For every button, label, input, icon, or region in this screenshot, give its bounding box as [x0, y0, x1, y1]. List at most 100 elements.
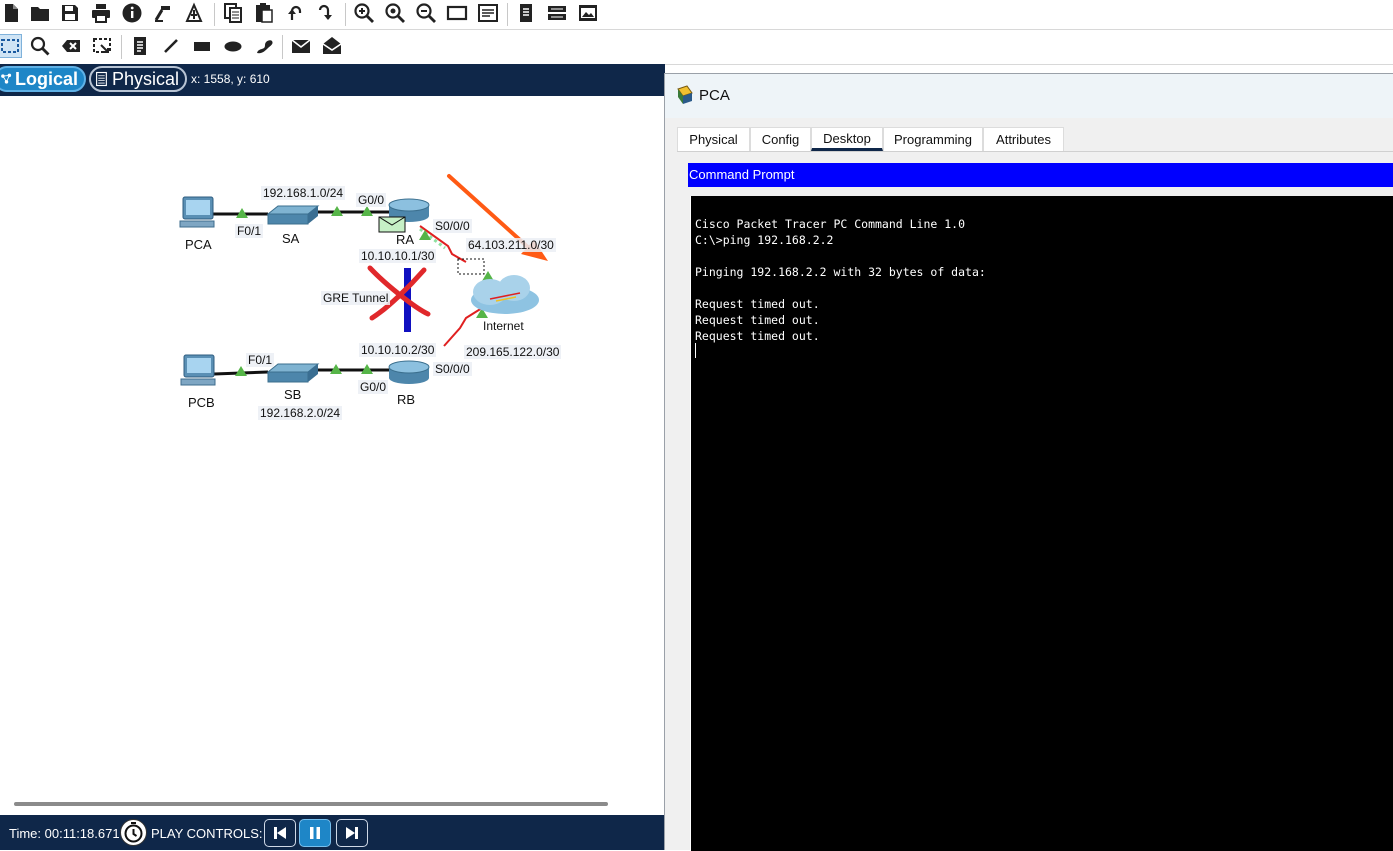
command-prompt-header: Command Prompt: [688, 163, 1393, 187]
horizontal-scrollbar[interactable]: [14, 802, 608, 806]
physical-mode-label: Physical: [111, 68, 179, 89]
ra-g0-label: G0/0: [356, 193, 387, 207]
pcb-port-label: F0/1: [246, 353, 275, 367]
cursor-coordinates: x: 1558, y: 610: [191, 72, 270, 86]
pca-window-title: PCA: [699, 87, 730, 104]
pause-button[interactable]: [299, 819, 331, 847]
topology-canvas: [179, 174, 548, 386]
cmd-line: C:\>ping 192.168.2.2: [695, 233, 834, 247]
rb-router-icon[interactable]: [388, 360, 430, 384]
step-back-button[interactable]: [264, 819, 296, 847]
undo-icon[interactable]: [283, 1, 307, 25]
text-cursor: [695, 343, 696, 358]
cmd-line: Cisco Packet Tracer PC Command Line 1.0: [695, 217, 966, 231]
tab-attributes[interactable]: Attributes: [983, 127, 1064, 151]
resize-icon[interactable]: [90, 34, 114, 58]
rb-label: RB: [397, 392, 416, 407]
pdu-envelope-icon[interactable]: [378, 216, 406, 233]
drawing-toolbar: [0, 30, 1393, 65]
freeform-icon[interactable]: [252, 34, 276, 58]
network-b-label: 192.168.2.0/24: [258, 406, 343, 420]
pdu-ghost-icon: [457, 258, 485, 275]
physical-mode-button[interactable]: Physical: [89, 66, 187, 92]
device-dialog-icon[interactable]: [545, 1, 569, 25]
zoom-reset-icon[interactable]: [383, 1, 407, 25]
zoom-in-icon[interactable]: [352, 1, 376, 25]
rb-serial-label: S0/0/0: [433, 362, 472, 376]
ra-label: RA: [396, 232, 415, 247]
delete-icon[interactable]: [59, 34, 83, 58]
add-pdu-icon[interactable]: [289, 34, 313, 58]
gre-tunnel-label: GRE Tunnel: [321, 291, 391, 305]
rectangle-icon[interactable]: [190, 34, 214, 58]
new-file-icon[interactable]: [0, 1, 23, 25]
ra-serial-label: S0/0/0: [433, 219, 472, 233]
inspect-icon[interactable]: [28, 34, 52, 58]
rb-g0-label: G0/0: [358, 380, 389, 394]
wan-b-network: 209.165.122.0/30: [464, 345, 562, 359]
wan-a-network: 64.103.211.0/30: [466, 238, 556, 252]
step-forward-icon: [346, 827, 358, 839]
zoom-out-icon[interactable]: [414, 1, 438, 25]
drawing-palette-icon[interactable]: [445, 1, 469, 25]
sb-switch-icon[interactable]: [266, 363, 320, 383]
cmd-line: Request timed out.: [695, 313, 820, 327]
tunnel-b-address: 10.10.10.2/30: [359, 343, 437, 357]
pca-port-label: F0/1: [235, 224, 264, 238]
internet-cloud-icon[interactable]: [471, 275, 539, 314]
add-complex-pdu-icon[interactable]: [320, 34, 344, 58]
timer-icon: [124, 822, 143, 843]
screenshot-icon[interactable]: [576, 1, 600, 25]
pcb-device-icon[interactable]: [180, 354, 216, 386]
cmd-line: Request timed out.: [695, 329, 820, 343]
sa-switch-icon[interactable]: [266, 205, 320, 225]
logical-mode-button[interactable]: Logical: [0, 66, 86, 92]
line-icon[interactable]: [159, 34, 183, 58]
save-icon[interactable]: [58, 1, 82, 25]
tab-physical[interactable]: Physical: [677, 127, 750, 151]
pca-device-window[interactable]: PCA Physical Config Desktop Programming …: [664, 73, 1393, 851]
reset-timer-button[interactable]: [120, 819, 147, 846]
copy-icon[interactable]: [221, 1, 245, 25]
packet-tracer-app-icon: [677, 85, 693, 104]
redo-icon[interactable]: [313, 1, 337, 25]
note-icon[interactable]: [128, 34, 152, 58]
open-folder-icon[interactable]: [28, 1, 52, 25]
tunnel-a-address: 10.10.10.1/30: [359, 249, 437, 263]
network-info-icon[interactable]: [182, 1, 206, 25]
cmd-line: Request timed out.: [695, 297, 820, 311]
select-icon[interactable]: [0, 34, 22, 58]
logical-workspace[interactable]: PCA PCB SA SB RA RB Internet 192.168.1.0…: [0, 96, 665, 814]
sb-label: SB: [284, 387, 302, 402]
command-prompt-terminal[interactable]: Cisco Packet Tracer PC Command Line 1.0 …: [690, 196, 1393, 851]
paste-icon[interactable]: [252, 1, 276, 25]
cmd-line: Pinging 192.168.2.2 with 32 bytes of dat…: [695, 265, 986, 279]
simulation-time: Time: 00:11:18.671: [9, 826, 120, 841]
workspace-mode-bar: Logical Physical x: 1558, y: 610: [0, 64, 665, 96]
pca-device-icon[interactable]: [179, 196, 215, 228]
pca-window-titlebar[interactable]: PCA: [665, 74, 1393, 118]
logical-mode-label: Logical: [14, 68, 78, 89]
step-forward-button[interactable]: [336, 819, 368, 847]
play-controls-label: PLAY CONTROLS:: [151, 826, 263, 841]
custom-device-icon[interactable]: [476, 1, 500, 25]
sa-label: SA: [282, 231, 300, 246]
internet-label: Internet: [483, 319, 524, 333]
physical-rack-icon: [96, 71, 107, 87]
tab-programming[interactable]: Programming: [883, 127, 983, 151]
info-icon[interactable]: [120, 1, 144, 25]
pca-label: PCA: [185, 237, 212, 252]
step-back-icon: [274, 827, 286, 839]
print-icon[interactable]: [89, 1, 113, 25]
ellipse-icon[interactable]: [221, 34, 245, 58]
network-a-label: 192.168.1.0/24: [261, 186, 346, 200]
logical-network-icon: [1, 73, 12, 84]
pause-icon: [310, 827, 320, 839]
serial-link-rb-internet[interactable]: [443, 307, 483, 347]
tab-config[interactable]: Config: [750, 127, 811, 151]
tab-desktop[interactable]: Desktop: [811, 127, 883, 151]
notes-icon[interactable]: [514, 1, 538, 25]
main-toolbar: [0, 0, 1393, 30]
wizard-icon[interactable]: [151, 1, 175, 25]
simulation-bar: Time: 00:11:18.671 PLAY CONTROLS:: [0, 815, 665, 850]
